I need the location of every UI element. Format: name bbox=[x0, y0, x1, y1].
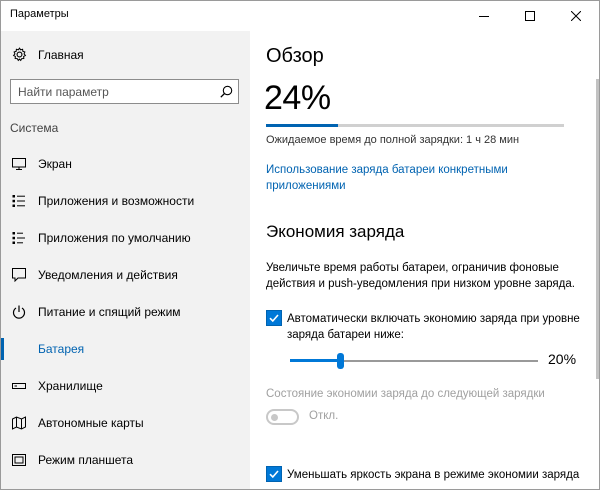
power-icon bbox=[12, 305, 26, 319]
apps-list-icon bbox=[12, 194, 26, 208]
slider-thumb[interactable] bbox=[336, 353, 344, 369]
sidebar-item-label: Питание и спящий режим bbox=[38, 305, 181, 319]
battery-saver-heading: Экономия заряда bbox=[266, 222, 405, 241]
dim-brightness-option[interactable]: Уменьшать яркость экрана в режиме эконом… bbox=[266, 466, 596, 484]
close-button[interactable] bbox=[553, 1, 599, 31]
toggle-knob bbox=[271, 414, 278, 421]
dim-brightness-checkbox[interactable] bbox=[266, 466, 282, 482]
sidebar-item-default-apps[interactable]: Приложения по умолчанию bbox=[1, 223, 250, 253]
search-placeholder: Найти параметр bbox=[18, 85, 109, 99]
sidebar: Главная Найти параметр Система Экран При… bbox=[1, 31, 250, 489]
sidebar-item-label: Приложения по умолчанию bbox=[38, 231, 191, 245]
scrollbar-thumb[interactable] bbox=[596, 79, 599, 379]
sidebar-home[interactable]: Главная bbox=[1, 43, 250, 67]
sidebar-item-label: Батарея bbox=[38, 342, 85, 356]
window-title: Параметры bbox=[10, 8, 69, 20]
selection-indicator bbox=[1, 338, 4, 360]
auto-saver-option[interactable]: Автоматически включать экономию заряда п… bbox=[266, 310, 596, 344]
slider-fill bbox=[290, 359, 340, 362]
search-input[interactable]: Найти параметр bbox=[10, 79, 239, 104]
sidebar-item-apps[interactable]: Приложения и возможности bbox=[1, 186, 250, 216]
gear-icon bbox=[12, 47, 27, 67]
minimize-icon bbox=[479, 16, 489, 17]
maximize-icon bbox=[525, 11, 535, 21]
checkmark-icon bbox=[269, 314, 279, 323]
tablet-mode-icon bbox=[12, 453, 26, 467]
sidebar-item-label: Уведомления и действия bbox=[38, 268, 178, 282]
sidebar-item-display[interactable]: Экран bbox=[1, 149, 250, 179]
sidebar-item-offline-maps[interactable]: Автономные карты bbox=[1, 408, 250, 438]
offline-maps-icon bbox=[12, 416, 26, 430]
battery-saver-description: Увеличьте время работы батареи, ограничи… bbox=[266, 262, 575, 290]
battery-percent: 24% bbox=[264, 79, 331, 117]
sidebar-home-label: Главная bbox=[38, 48, 84, 62]
sidebar-item-label: Автономные карты bbox=[38, 416, 144, 430]
sidebar-item-notifications[interactable]: Уведомления и действия bbox=[1, 260, 250, 290]
sidebar-item-label: Хранилище bbox=[38, 379, 103, 393]
auto-saver-label: Автоматически включать экономию заряда п… bbox=[287, 313, 580, 341]
sidebar-item-tablet-mode[interactable]: Режим планшета bbox=[1, 445, 250, 475]
checkmark-icon bbox=[269, 470, 279, 479]
close-icon bbox=[571, 11, 581, 21]
saver-threshold-slider[interactable] bbox=[290, 353, 538, 369]
scrollbar[interactable] bbox=[595, 31, 599, 489]
battery-usage-link[interactable]: Использование заряда батареи конкретными… bbox=[266, 162, 536, 194]
search-icon[interactable] bbox=[220, 85, 233, 103]
sidebar-item-label: Приложения и возможности bbox=[38, 194, 195, 208]
settings-window: Параметры Главная Найти параметр Система… bbox=[0, 0, 600, 490]
battery-level-bar bbox=[266, 124, 564, 127]
maximize-button[interactable] bbox=[507, 1, 553, 31]
monitor-icon bbox=[12, 157, 26, 171]
saver-threshold-value: 20% bbox=[548, 351, 577, 367]
battery-page: Обзор 24% Ожидаемое время до полной заря… bbox=[250, 31, 599, 489]
sidebar-item-storage[interactable]: Хранилище bbox=[1, 371, 250, 401]
sidebar-item-label: Режим планшета bbox=[38, 453, 134, 467]
minimize-button[interactable] bbox=[461, 1, 507, 31]
sidebar-item-battery[interactable]: Батарея bbox=[1, 334, 250, 364]
title-bar: Параметры bbox=[1, 1, 599, 31]
default-apps-icon bbox=[12, 231, 26, 245]
sidebar-item-label: Экран bbox=[38, 157, 72, 171]
saver-status-label: Состояние экономии заряда до следующей з… bbox=[266, 388, 545, 400]
charge-estimate: Ожидаемое время до полной зарядки: 1 ч 2… bbox=[266, 134, 520, 146]
saver-status-toggle-label: Откл. bbox=[309, 410, 339, 422]
battery-level-fill bbox=[266, 124, 338, 127]
storage-icon bbox=[12, 379, 26, 393]
section-label: Система bbox=[10, 121, 59, 135]
notifications-icon bbox=[12, 268, 26, 283]
auto-saver-checkbox[interactable] bbox=[266, 310, 282, 326]
dim-brightness-label: Уменьшать яркость экрана в режиме эконом… bbox=[287, 469, 580, 481]
overview-heading: Обзор bbox=[266, 45, 324, 67]
sidebar-item-power[interactable]: Питание и спящий режим bbox=[1, 297, 250, 327]
saver-status-toggle[interactable] bbox=[266, 409, 299, 425]
